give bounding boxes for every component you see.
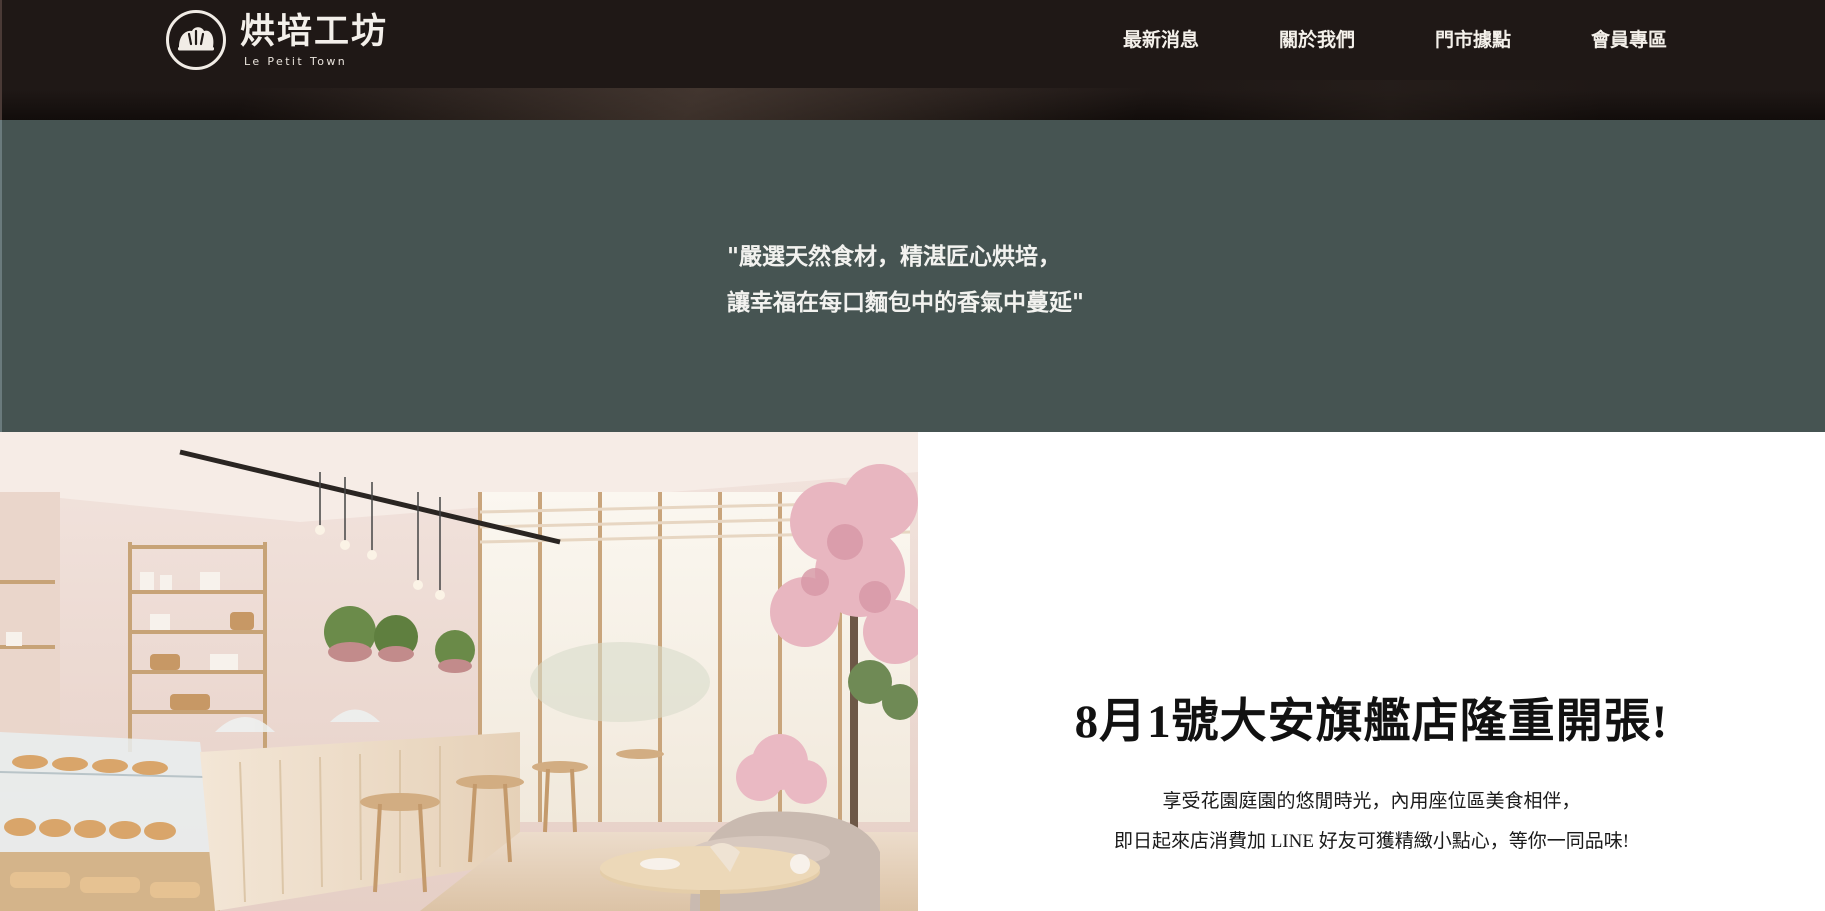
- nav-item-stores[interactable]: 門市據點: [1435, 26, 1511, 54]
- quote-line-2: 讓幸福在每口麵包中的香氣中蔓延": [727, 290, 1084, 316]
- header-left-edge: [0, 0, 2, 120]
- header-shadow-beam: [1180, 80, 1600, 120]
- quote-line-1: "嚴選天然食材，精湛匠心烘培，: [727, 244, 1061, 270]
- nav-item-members[interactable]: 會員專區: [1591, 26, 1667, 54]
- bakery-interior-image: [0, 432, 918, 911]
- feature-description-line-2: 即日起來店消費加 LINE 好友可獲精緻小點心，等你一同品味!: [1113, 831, 1630, 852]
- main-nav: 最新消息 關於我們 門市據點 會員專區: [1123, 26, 1667, 54]
- feature-description-line-1: 享受花園庭園的悠閒時光，內用座位區美食相伴，: [1162, 791, 1581, 812]
- nav-item-news[interactable]: 最新消息: [1123, 26, 1199, 54]
- nav-item-about[interactable]: 關於我們: [1279, 26, 1355, 54]
- site-header: 烘培工坊 Le Petit Town 最新消息 關於我們 門市據點 會員專區: [0, 0, 1825, 120]
- quote-section: "嚴選天然食材，精湛匠心烘培， 讓幸福在每口麵包中的香氣中蔓延": [0, 120, 1825, 432]
- header-light-beam: [229, 88, 1151, 120]
- feature-text-panel: 8月1號大安旗艦店隆重開張! 享受花園庭園的悠閒時光，內用座位區美食相伴， 即日…: [918, 432, 1825, 911]
- feature-title: 8月1號大安旗艦店隆重開張!: [1074, 696, 1669, 748]
- brand-quote: "嚴選天然食材，精湛匠心烘培， 讓幸福在每口麵包中的香氣中蔓延": [727, 234, 1084, 326]
- site-logo[interactable]: 烘培工坊 Le Petit Town: [166, 10, 388, 70]
- logo-subtitle: Le Petit Town: [244, 55, 348, 68]
- logo-title: 烘培工坊: [240, 12, 389, 52]
- bread-icon: [166, 10, 226, 70]
